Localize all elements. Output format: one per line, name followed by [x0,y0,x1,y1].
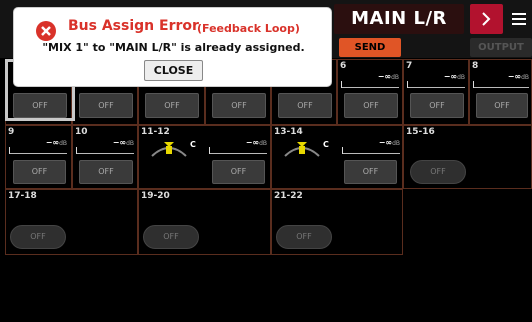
pan-arc-icon [284,142,320,157]
meter-tick [342,147,343,154]
channel-cell-21-22: 21-22 OFF [271,189,403,255]
level-value: −∞ [245,138,260,147]
level-readout: −∞dB [379,138,400,147]
page-title: MAIN L/R [351,8,447,29]
bus-title-box: MAIN L/R [334,4,464,34]
off-button[interactable]: OFF [344,93,398,118]
pan-value: C [190,140,196,149]
channel-cell-19-20: 19-20 OFF [138,189,271,255]
channel-number: 9 [8,127,15,137]
channel-number: 10 [75,127,88,137]
channel-number: 11-12 [141,127,170,137]
meter-scale [342,153,400,154]
off-button[interactable]: OFF [344,160,397,184]
channel-cell-11-12: 11-12 C −∞dB OFF [138,125,271,189]
level-meter: −∞dB [342,138,400,154]
off-button[interactable]: OFF [276,225,332,249]
off-button[interactable]: OFF [212,160,265,184]
channel-number: 7 [406,61,413,71]
pan-knob[interactable]: C [282,140,342,158]
channel-cell-17-18: 17-18 OFF [5,189,138,255]
channel-number: 13-14 [274,127,303,137]
meter-tick [407,81,408,88]
channel-number: 19-20 [141,191,170,201]
level-unit: dB [126,140,134,147]
dialog-message: "MIX 1" to "MAIN L/R" is already assigne… [42,41,305,54]
off-button[interactable]: OFF [145,93,199,118]
channel-cell-8: 8 −∞dB OFF [469,59,532,125]
error-icon [36,21,56,41]
channel-cell-7: 7 −∞dB OFF [403,59,469,125]
meter-tick [473,81,474,88]
next-page-button[interactable] [470,4,503,34]
off-button[interactable]: OFF [79,160,133,184]
send-button[interactable]: SEND [339,38,401,57]
off-button[interactable]: OFF [79,93,133,118]
channel-cell-15-16: 15-16 OFF [403,125,532,189]
level-value: −∞ [45,138,60,147]
off-button[interactable]: OFF [13,160,66,184]
level-meter: −∞dB [209,138,267,154]
level-readout: −∞dB [113,138,134,147]
meter-scale [76,153,134,154]
menu-button[interactable] [506,4,532,34]
channel-number: 8 [472,61,479,71]
chevron-right-icon [482,12,491,26]
dialog-title: Bus Assign Error [68,18,199,34]
level-meter: −∞dB [407,72,465,88]
channel-cell-13-14: 13-14 C −∞dB OFF [271,125,403,189]
output-button[interactable]: OUTPUT [470,38,532,57]
level-readout: −∞dB [246,138,267,147]
meter-tick [76,147,77,154]
off-button[interactable]: OFF [410,160,466,184]
level-unit: dB [259,140,267,147]
level-value: −∞ [507,72,522,81]
level-unit: dB [391,74,399,81]
channel-number: 21-22 [274,191,303,201]
meter-tick [341,81,342,88]
dialog-subtitle: (Feedback Loop) [197,22,300,35]
meter-tick [209,147,210,154]
level-unit: dB [59,140,67,147]
meter-scale [407,87,465,88]
channel-cell-10: 10 −∞dB OFF [72,125,138,189]
off-button[interactable]: OFF [10,225,66,249]
channel-cell-9: 9 −∞dB OFF [5,125,72,189]
level-readout: −∞dB [444,72,465,81]
channel-number: 6 [340,61,347,71]
level-meter: −∞dB [341,72,399,88]
off-button[interactable]: OFF [278,93,332,118]
meter-scale [9,153,67,154]
level-unit: dB [457,74,465,81]
level-meter: −∞dB [473,72,529,88]
meter-scale [341,87,399,88]
level-value: −∞ [443,72,458,81]
off-button[interactable]: OFF [410,93,464,118]
level-readout: −∞dB [508,72,529,81]
level-meter: −∞dB [76,138,134,154]
pan-arc-icon [151,142,187,157]
channel-number: 15-16 [406,127,435,137]
pan-value: C [323,140,329,149]
meter-scale [473,87,529,88]
level-meter: −∞dB [9,138,67,154]
pan-knob[interactable]: C [149,140,209,158]
off-button[interactable]: OFF [143,225,199,249]
error-dialog: Bus Assign Error (Feedback Loop) "MIX 1"… [13,7,332,87]
off-button[interactable]: OFF [476,93,528,118]
channel-number: 17-18 [8,191,37,201]
level-readout: −∞dB [46,138,67,147]
channel-cell-6: 6 −∞dB OFF [337,59,403,125]
off-button[interactable]: OFF [212,93,266,118]
hamburger-icon [512,13,526,25]
level-unit: dB [521,74,529,81]
level-value: −∞ [377,72,392,81]
level-value: −∞ [378,138,393,147]
level-unit: dB [392,140,400,147]
meter-tick [9,147,10,154]
close-button[interactable]: CLOSE [144,60,203,81]
meter-scale [209,153,267,154]
level-value: −∞ [112,138,127,147]
level-readout: −∞dB [378,72,399,81]
